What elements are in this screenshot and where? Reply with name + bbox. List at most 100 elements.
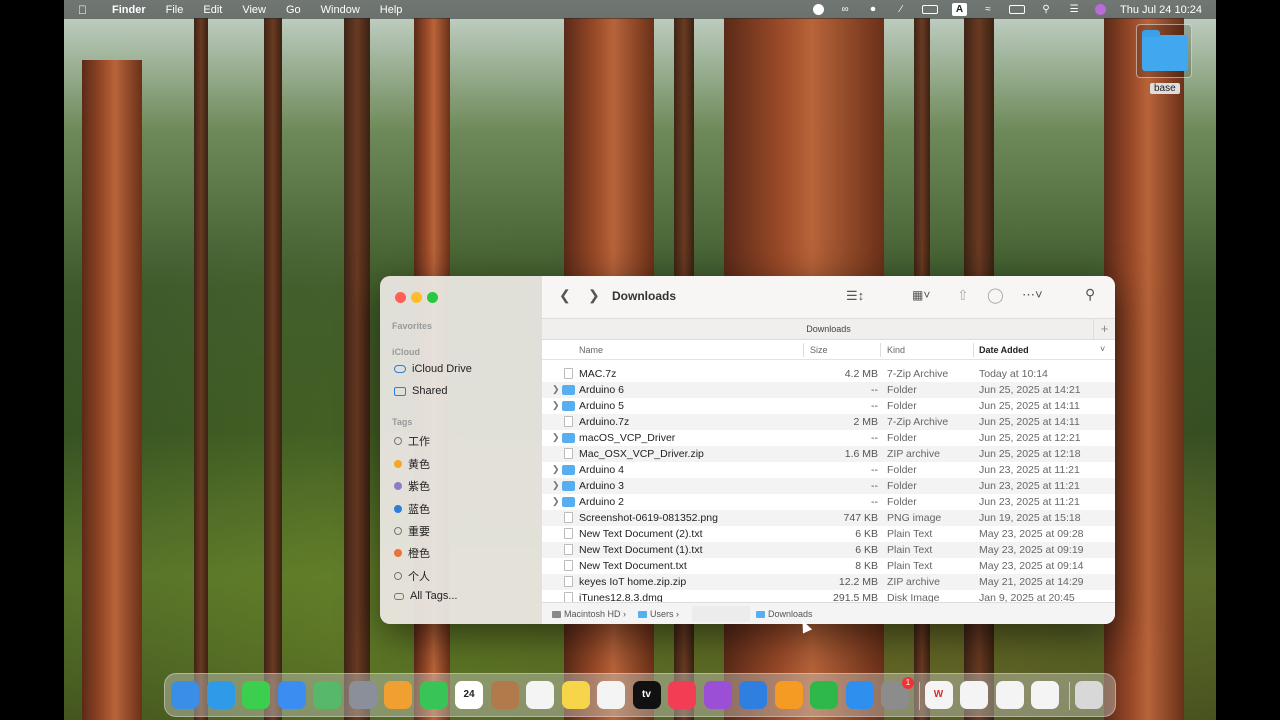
disclosure-chevron-icon[interactable]: ❯ [552,432,560,443]
file-row[interactable]: Arduino.7z 2 MB 7-Zip Archive Jun 25, 2025 … [542,414,1115,430]
contacts-icon[interactable] [490,681,519,709]
freeform-icon[interactable] [597,681,625,709]
sidebar-tag[interactable]: 蓝色 [394,501,430,517]
close-button[interactable] [395,292,406,303]
apple-tv-icon[interactable]: tv [632,681,661,709]
sidebar-tag[interactable]: 重要 [394,523,430,539]
disclosure-chevron-icon[interactable]: ❯ [552,464,560,475]
menu-view[interactable]: View [242,4,266,16]
column-header-name[interactable]: Name [579,345,603,355]
messages-icon[interactable] [242,681,270,709]
feishu-icon[interactable] [1031,681,1059,709]
siri-icon[interactable] [1095,4,1107,15]
menu-help[interactable]: Help [380,4,403,16]
disclosure-chevron-icon[interactable]: ❯ [552,400,560,411]
desktop-folder-label[interactable]: base [1150,83,1180,94]
path-item-users[interactable]: Users › [638,609,679,619]
new-tab-button[interactable]: + [1093,319,1115,340]
menu-window[interactable]: Window [321,4,360,16]
column-header-kind[interactable]: Kind [887,345,905,355]
app-store-icon[interactable] [845,681,874,709]
search-icon[interactable]: ⚲ [1085,286,1095,303]
file-row[interactable]: ❯ Arduino 3 -- Folder Jun 23, 2025 at 11:21 [542,478,1115,494]
list-view-icon[interactable]: ☰↕ [846,288,864,304]
sort-chevron-icon[interactable]: ˅ [1100,344,1105,354]
zoom-button[interactable] [427,292,438,303]
file-row[interactable]: Mac_OSX_VCP_Driver.zip 1.6 MB ZIP archive J… [542,446,1115,462]
column-divider[interactable] [803,343,804,357]
file-row[interactable]: New Text Document (1).txt 6 KB Plain Text M… [542,542,1115,558]
photos-icon[interactable] [384,681,412,709]
calendar-icon[interactable]: 24 [455,681,483,709]
trash-icon[interactable] [1074,681,1103,709]
maps-icon[interactable] [313,681,341,709]
path-item-drive[interactable]: Macintosh HD › [552,609,626,619]
numbers-icon[interactable] [810,681,838,709]
tag-icon[interactable]: ◯ [987,286,1004,304]
launchpad-icon[interactable] [348,681,377,709]
menu-finder[interactable]: Finder [112,4,146,16]
file-row[interactable]: ❯ Arduino 2 -- Folder Jun 23, 2025 at 11:21 [542,494,1115,510]
sidebar-tag[interactable]: 橙色 [394,545,430,561]
disclosure-chevron-icon[interactable]: ❯ [552,480,560,491]
file-row[interactable]: MAC.7z 4.2 MB 7-Zip Archive Today at 10:14 [542,366,1115,382]
file-row[interactable]: New Text Document (2).txt 6 KB Plain Text M… [542,526,1115,542]
spotlight-icon[interactable]: ⚲ [1039,4,1053,15]
input-source-icon[interactable]: A [952,3,968,16]
disclosure-chevron-icon[interactable]: ❯ [552,496,560,507]
menu-edit[interactable]: Edit [203,4,222,16]
tab-downloads[interactable]: Downloads [542,324,1115,334]
file-row[interactable]: ❯ Arduino 5 -- Folder Jun 25, 2025 at 14:11 [542,398,1115,414]
more-actions-icon[interactable]: ⋯˅ [1022,287,1043,303]
column-header-size[interactable]: Size [810,345,828,355]
link-icon[interactable]: ∞ [838,4,852,15]
desktop-folder-icon[interactable] [1136,24,1192,78]
notes-icon[interactable] [561,681,590,709]
pages-icon[interactable] [774,681,803,709]
path-item-downloads[interactable]: Downloads [756,609,813,619]
disclosure-chevron-icon[interactable]: ❯ [552,384,560,395]
facetime-icon[interactable] [419,681,448,709]
sidebar-item-icloud-drive[interactable]: iCloud Drive [394,363,472,375]
group-icon[interactable]: ▦˅ [912,288,930,302]
music-icon[interactable] [668,681,696,709]
mail-icon[interactable] [277,681,306,709]
sidebar-tag[interactable]: 黄色 [394,456,430,472]
vscode-icon[interactable] [995,681,1024,709]
file-row[interactable]: keyes IoT home.zip.zip 12.2 MB ZIP archive… [542,574,1115,590]
shield-icon[interactable]: ⏺ [866,4,880,15]
sidebar-section-favorites[interactable]: Favorites [392,321,432,331]
menu-file[interactable]: File [166,4,184,16]
file-row[interactable]: New Text Document.txt 8 KB Plain Text May 2… [542,558,1115,574]
finder-icon[interactable] [171,681,199,709]
safari-icon[interactable] [206,681,235,709]
file-row[interactable]: ❯ Arduino 6 -- Folder Jun 25, 2025 at 14:21 [542,382,1115,398]
podcasts-icon[interactable] [703,681,732,709]
column-divider[interactable] [973,343,974,357]
keynote-icon[interactable] [739,681,767,709]
wifi-icon[interactable]: ≈ [981,4,995,15]
pen-icon[interactable]: ∕ [894,4,908,15]
sidebar-item-shared[interactable]: Shared [394,385,447,397]
file-row[interactable]: ❯ macOS_VCP_Driver -- Folder Jun 25, 2025 at… [542,430,1115,446]
sidebar-all-tags[interactable]: All Tags... [394,590,458,602]
battery-icon[interactable] [922,5,939,14]
sidebar-section-icloud[interactable]: iCloud [392,347,420,357]
column-header-date-added[interactable]: Date Added [979,345,1029,355]
file-row[interactable]: iTunes12.8.3.dmg 291.5 MB Disk Image Jan 9,… [542,590,1115,602]
forward-button[interactable]: ❯ [588,287,600,304]
reminders-icon[interactable] [526,681,554,709]
control-center-icon[interactable]: ☰ [1067,4,1081,15]
file-row[interactable]: Screenshot-0619-081352.png 747 KB PNG imag… [542,510,1115,526]
sidebar-tag[interactable]: 紫色 [394,478,430,494]
sidebar-tag[interactable]: 个人 [394,568,430,584]
share-icon[interactable]: ⇧ [957,287,969,304]
wps-icon[interactable]: W [924,681,953,709]
minimize-button[interactable] [411,292,422,303]
keyboard-icon[interactable] [1009,5,1026,14]
column-divider[interactable] [880,343,881,357]
menu-go[interactable]: Go [286,4,301,16]
file-row[interactable]: ❯ Arduino 4 -- Folder Jun 23, 2025 at 11:21 [542,462,1115,478]
menu-bar-clock[interactable]: Thu Jul 24 10:24 [1120,4,1202,16]
record-icon[interactable] [813,4,825,15]
